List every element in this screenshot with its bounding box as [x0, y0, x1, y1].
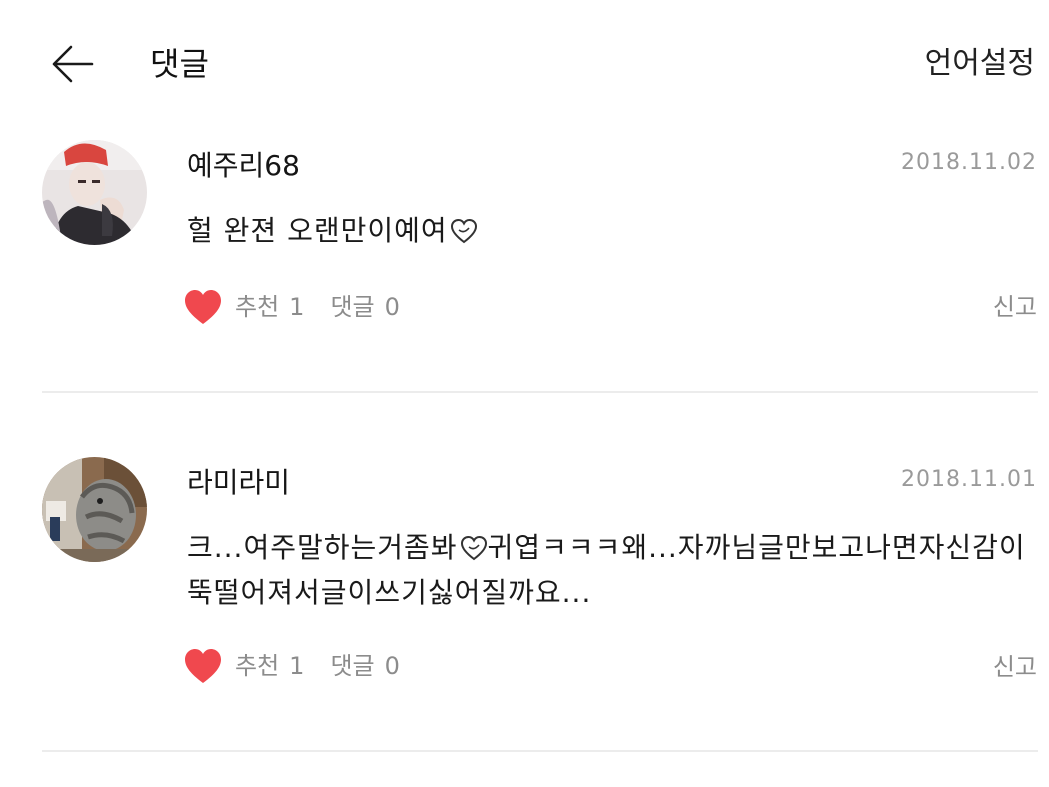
like-button[interactable]: 추천 1 — [183, 647, 304, 685]
divider — [42, 391, 1038, 393]
report-button[interactable]: 신고 — [993, 291, 1037, 323]
like-count: 1 — [289, 293, 305, 321]
comment-actions: 추천 1 댓글 0 — [183, 285, 400, 329]
page-title: 댓글 — [150, 45, 209, 83]
comment-text: 크...여주말하는거좀봐 귀엽ㅋㅋㅋ왜...자까님글만보고나면자신감이뚝떨어져서… — [187, 525, 1027, 615]
report-button[interactable]: 신고 — [993, 651, 1037, 683]
reply-count: 0 — [384, 652, 400, 680]
arrow-left-icon — [52, 45, 94, 83]
like-label: 추천 — [235, 652, 280, 680]
header-bar: 댓글 언어설정 — [0, 0, 1049, 120]
avatar[interactable] — [42, 457, 147, 562]
reply-button[interactable]: 댓글 0 — [330, 650, 399, 682]
comment-date: 2018.11.01 — [901, 467, 1037, 492]
heart-icon — [185, 649, 221, 683]
heart-icon — [185, 290, 221, 324]
comment-actions: 추천 1 댓글 0 — [183, 644, 400, 688]
reply-button[interactable]: 댓글 0 — [330, 291, 399, 323]
like-label: 추천 — [235, 293, 280, 321]
avatar-photo — [42, 140, 147, 245]
comment-text: 헐 완젼 오랜만이예여 — [187, 208, 1027, 253]
comment-author[interactable]: 예주리68 — [187, 148, 300, 184]
comment-text-content: 헐 완젼 오랜만이예여 — [187, 214, 448, 247]
reply-label: 댓글 — [330, 293, 375, 321]
comments-screen: 댓글 언어설정 예주리68 2018.11.02 헐 완젼 오랜만이예여 추천 … — [0, 0, 1049, 787]
language-settings-button[interactable]: 언어설정 — [925, 42, 1035, 86]
reply-label: 댓글 — [330, 652, 375, 680]
like-button[interactable]: 추천 1 — [183, 288, 304, 326]
divider — [42, 750, 1038, 752]
comment-date: 2018.11.02 — [901, 150, 1037, 175]
purple-heart-outline-icon — [460, 535, 487, 561]
comment-text-part: 크...여주말하는거좀봐 — [187, 531, 458, 564]
avatar[interactable] — [42, 140, 147, 245]
back-button[interactable] — [44, 38, 100, 90]
comment-author[interactable]: 라미라미 — [187, 465, 290, 501]
reply-count: 0 — [384, 293, 400, 321]
like-count: 1 — [289, 652, 305, 680]
purple-heart-outline-icon — [450, 218, 477, 244]
avatar-photo — [42, 457, 147, 562]
